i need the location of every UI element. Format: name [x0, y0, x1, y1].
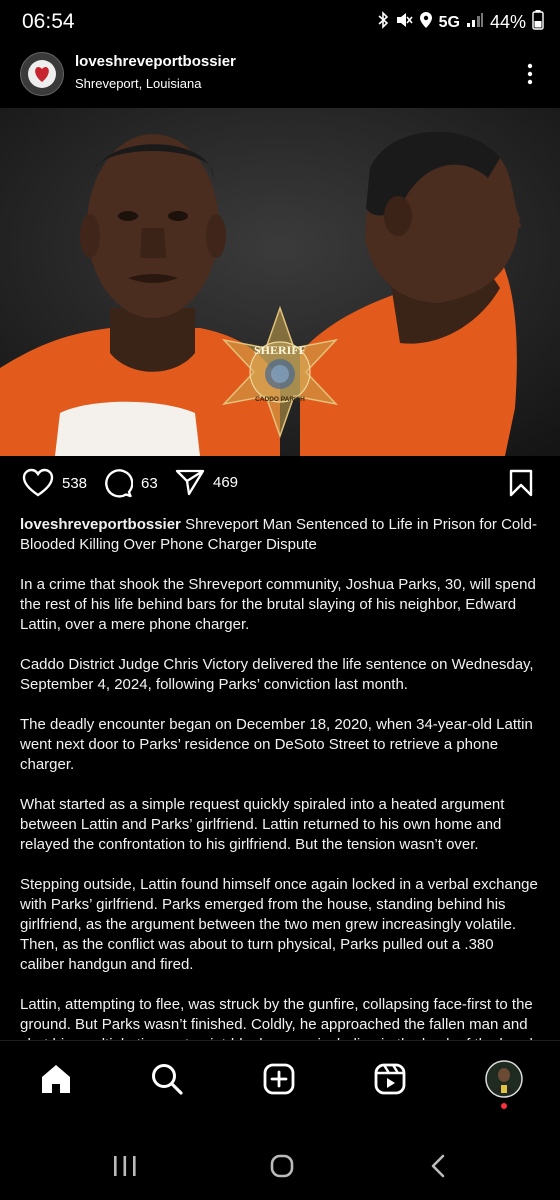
location-icon	[419, 11, 433, 34]
profile-nav-avatar[interactable]	[484, 1059, 524, 1099]
post-username[interactable]: loveshreveportbossier	[75, 53, 236, 70]
post-location[interactable]: Shreveport, Louisiana	[75, 76, 201, 91]
caption-paragraph: Caddo District Judge Chris Victory deliv…	[20, 656, 534, 693]
system-nav-bar	[0, 1130, 560, 1200]
battery-label: 44%	[489, 12, 526, 32]
search-icon[interactable]	[147, 1059, 187, 1099]
send-icon[interactable]	[175, 468, 205, 496]
more-options-icon[interactable]	[520, 60, 540, 88]
bookmark-icon[interactable]	[508, 468, 534, 498]
badge-bottom-text: CADDO PARISH	[255, 396, 305, 403]
bottom-nav	[0, 1040, 560, 1117]
post-caption: loveshreveportbossier Shreveport Man Sen…	[20, 515, 540, 1075]
caption-paragraph: Stepping outside, Lattin found himself o…	[20, 876, 538, 973]
status-icons: 5G 44%	[377, 10, 544, 35]
back-icon[interactable]	[425, 1152, 453, 1185]
create-post-icon[interactable]	[259, 1059, 299, 1099]
signal-icon	[466, 12, 484, 33]
notification-dot	[501, 1103, 507, 1109]
heart-logo-icon	[28, 60, 56, 88]
battery-icon	[532, 10, 544, 35]
caption-paragraph: In a crime that shook the Shreveport com…	[20, 576, 536, 633]
save-action[interactable]	[508, 468, 534, 498]
post-image[interactable]: SHERIFF CADDO PARISH	[0, 108, 560, 456]
like-count: 538	[62, 474, 88, 492]
share-action[interactable]: 469	[175, 468, 238, 496]
comment-action[interactable]: 63	[103, 468, 158, 498]
comment-count: 63	[141, 474, 158, 492]
home-icon[interactable]	[36, 1059, 76, 1099]
caption-username[interactable]: loveshreveportbossier	[20, 516, 181, 533]
comment-icon[interactable]	[103, 468, 133, 498]
reels-icon[interactable]	[370, 1059, 410, 1099]
like-action[interactable]: 538	[22, 468, 87, 498]
recent-apps-icon[interactable]	[110, 1152, 140, 1185]
post-header: loveshreveportbossier Shreveport, Louisi…	[0, 48, 560, 104]
caption-paragraph: The deadly encounter began on December 1…	[20, 716, 533, 773]
profile-avatar[interactable]	[20, 52, 64, 96]
caption-headline: loveshreveportbossier Shreveport Man Sen…	[20, 515, 540, 555]
share-count: 469	[213, 473, 239, 491]
heart-icon[interactable]	[22, 468, 54, 498]
badge-top-text: SHERIFF	[254, 343, 306, 357]
status-time: 06:54	[22, 10, 75, 33]
home-button-icon[interactable]	[268, 1152, 296, 1185]
post-actions: 538 63 469	[0, 468, 560, 508]
mute-icon	[395, 11, 413, 34]
network-label: 5G	[438, 13, 460, 31]
bluetooth-icon	[377, 11, 389, 34]
caption-paragraph: What started as a simple request quickly…	[20, 796, 505, 853]
status-bar: 06:54 5G 44%	[0, 0, 560, 44]
